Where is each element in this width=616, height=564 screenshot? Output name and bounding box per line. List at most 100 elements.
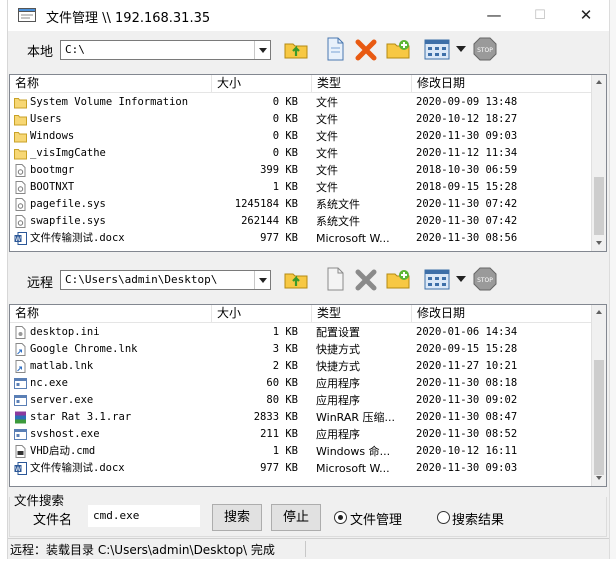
table-row[interactable]: VHD启动.cmd 1 KB Windows 命... 2020-10-12 16:1… <box>10 443 593 460</box>
delete-icon[interactable] <box>354 266 380 292</box>
scroll-down-icon[interactable] <box>592 471 606 486</box>
file-name-cell: swapfile.sys <box>30 215 106 227</box>
folder-up-icon[interactable] <box>283 266 309 292</box>
app-icon <box>18 8 36 22</box>
file-name-cell: 文件传输测试.docx <box>30 462 125 474</box>
file-size-cell: 0 KB <box>272 96 298 108</box>
column-header-name[interactable]: 名称 <box>10 305 212 323</box>
file-type-cell: WinRAR 压缩... <box>316 411 396 424</box>
folder-up-icon[interactable] <box>283 36 309 62</box>
table-row[interactable]: Google Chrome.lnk 3 KB 快捷方式 2020-09-15 15:2… <box>10 341 593 358</box>
table-row[interactable]: svshost.exe 211 KB 应用程序 2020-11-30 08:52 <box>10 426 593 443</box>
view-mode-icon[interactable] <box>423 36 453 62</box>
table-row[interactable]: pagefile.sys 1245184 KB 系统文件 2020-11-30 07:… <box>10 196 593 213</box>
status-bar: 远程：装载目录 C:\Users\admin\Desktop\ 完成 <box>8 538 609 558</box>
system-file-icon <box>14 164 27 177</box>
scroll-thumb[interactable] <box>594 177 604 235</box>
maximize-button[interactable]: ☐ <box>517 0 563 31</box>
file-size-cell: 80 KB <box>266 394 298 406</box>
remote-scrollbar[interactable] <box>591 305 606 486</box>
local-scrollbar[interactable] <box>591 75 606 251</box>
remote-path-value: C:\Users\admin\Desktop\ <box>65 273 218 286</box>
new-file-icon[interactable] <box>322 266 348 292</box>
table-row[interactable]: W 文件传输测试.docx 977 KB Microsoft W... 2020-11-… <box>10 230 593 247</box>
scroll-thumb[interactable] <box>594 360 604 475</box>
stop-button[interactable]: 停止 <box>271 504 321 531</box>
file-name-cell: desktop.ini <box>30 326 100 338</box>
table-row[interactable]: BOOTNXT 1 KB 文件 2018-09-15 15:28 <box>10 179 593 196</box>
search-button[interactable]: 搜索 <box>212 504 262 531</box>
title-bar[interactable]: 文件管理 \\ 192.168.31.35 — ☐ ✕ <box>8 0 609 31</box>
word-doc-icon: W <box>14 232 27 245</box>
column-header-type[interactable]: 类型 <box>312 75 412 93</box>
stop-icon[interactable]: STOP <box>472 266 498 292</box>
file-name-cell: Windows <box>30 130 75 142</box>
column-header-name[interactable]: 名称 <box>10 75 212 93</box>
stop-icon[interactable]: STOP <box>472 36 498 62</box>
view-mode-icon[interactable] <box>423 266 453 292</box>
file-size-cell: 0 KB <box>272 147 298 159</box>
table-row[interactable]: System Volume Information 0 KB 文件 2020-09-0… <box>10 94 593 111</box>
new-folder-icon[interactable] <box>385 36 411 62</box>
table-row[interactable]: Users 0 KB 文件 2020-10-12 18:27 <box>10 111 593 128</box>
view-dropdown-icon[interactable] <box>456 44 466 54</box>
file-name-cell: Users <box>30 113 62 125</box>
scroll-down-icon[interactable] <box>592 236 606 251</box>
file-size-cell: 2 KB <box>272 360 298 372</box>
file-size-cell: 977 KB <box>260 232 298 244</box>
file-size-cell: 0 KB <box>272 113 298 125</box>
search-results-radio-label[interactable]: 搜索结果 <box>452 509 504 528</box>
remote-path-combo[interactable]: C:\Users\admin\Desktop\ <box>60 270 271 290</box>
svg-text:STOP: STOP <box>477 277 493 284</box>
remote-file-list[interactable]: 名称 大小 类型 修改日期 desktop.ini 1 KB 配置设置 2020-01… <box>9 304 607 487</box>
new-folder-icon[interactable] <box>385 266 411 292</box>
local-path-combo[interactable]: C:\ <box>60 40 271 60</box>
table-row[interactable]: W 文件传输测试.docx 977 KB Microsoft W... 2020-11-… <box>10 460 593 477</box>
new-file-icon[interactable] <box>322 36 348 62</box>
file-size-cell: 1 KB <box>272 181 298 193</box>
column-header-date[interactable]: 修改日期 <box>412 75 593 93</box>
file-manager-radio-label[interactable]: 文件管理 <box>350 509 402 528</box>
table-row[interactable]: star Rat 3.1.rar 2833 KB WinRAR 压缩... 2020-… <box>10 409 593 426</box>
search-results-radio[interactable] <box>437 511 450 524</box>
scroll-up-icon[interactable] <box>592 75 606 90</box>
file-type-cell: Windows 命... <box>316 445 391 458</box>
local-file-list[interactable]: 名称 大小 类型 修改日期 System Volume Information 0… <box>9 74 607 252</box>
scroll-up-icon[interactable] <box>592 305 606 320</box>
table-row[interactable]: desktop.ini 1 KB 配置设置 2020-01-06 14:34 <box>10 324 593 341</box>
table-row[interactable]: bootmgr 399 KB 文件 2018-10-30 06:59 <box>10 162 593 179</box>
filename-input[interactable]: cmd.exe <box>88 505 200 527</box>
table-row[interactable]: Windows 0 KB 文件 2020-11-30 09:03 <box>10 128 593 145</box>
file-manager-window: 文件管理 \\ 192.168.31.35 — ☐ ✕ 本地 C:\ STOP … <box>0 0 616 564</box>
background-window-edge-right <box>609 0 616 564</box>
window-title: 文件管理 \\ 192.168.31.35 <box>46 11 211 26</box>
view-dropdown-icon[interactable] <box>456 274 466 284</box>
close-button[interactable]: ✕ <box>563 0 609 31</box>
table-row[interactable]: nc.exe 60 KB 应用程序 2020-11-30 08:18 <box>10 375 593 392</box>
file-date-cell: 2020-01-06 14:34 <box>416 326 518 338</box>
column-header-type[interactable]: 类型 <box>312 305 412 323</box>
remote-list-header: 名称 大小 类型 修改日期 <box>10 305 593 323</box>
file-date-cell: 2020-11-30 08:47 <box>416 411 518 423</box>
system-file-icon <box>14 198 27 211</box>
delete-icon[interactable] <box>354 36 380 62</box>
file-type-cell: Microsoft W... <box>316 462 390 475</box>
column-header-size[interactable]: 大小 <box>212 305 312 323</box>
table-row[interactable]: matlab.lnk 2 KB 快捷方式 2020-11-27 10:21 <box>10 358 593 375</box>
column-header-date[interactable]: 修改日期 <box>412 305 593 323</box>
table-row[interactable]: server.exe 80 KB 应用程序 2020-11-30 09:02 <box>10 392 593 409</box>
file-name-cell: VHD启动.cmd <box>30 445 96 457</box>
chevron-down-icon[interactable] <box>254 271 270 289</box>
chevron-down-icon[interactable] <box>254 41 270 59</box>
file-name-cell: Google Chrome.lnk <box>30 343 138 355</box>
file-name-cell: bootmgr <box>30 164 75 176</box>
file-type-cell: Microsoft W... <box>316 232 390 245</box>
table-row[interactable]: swapfile.sys 262144 KB 系统文件 2020-11-30 07:4… <box>10 213 593 230</box>
minimize-button[interactable]: — <box>471 0 517 31</box>
local-label: 本地 <box>27 45 54 60</box>
file-name-cell: System Volume Information <box>30 96 189 108</box>
table-row[interactable]: _visImgCathe 0 KB 文件 2020-11-12 11:34 <box>10 145 593 162</box>
file-name-cell: 文件传输测试.docx <box>30 232 125 244</box>
column-header-size[interactable]: 大小 <box>212 75 312 93</box>
file-manager-radio[interactable] <box>334 511 347 524</box>
